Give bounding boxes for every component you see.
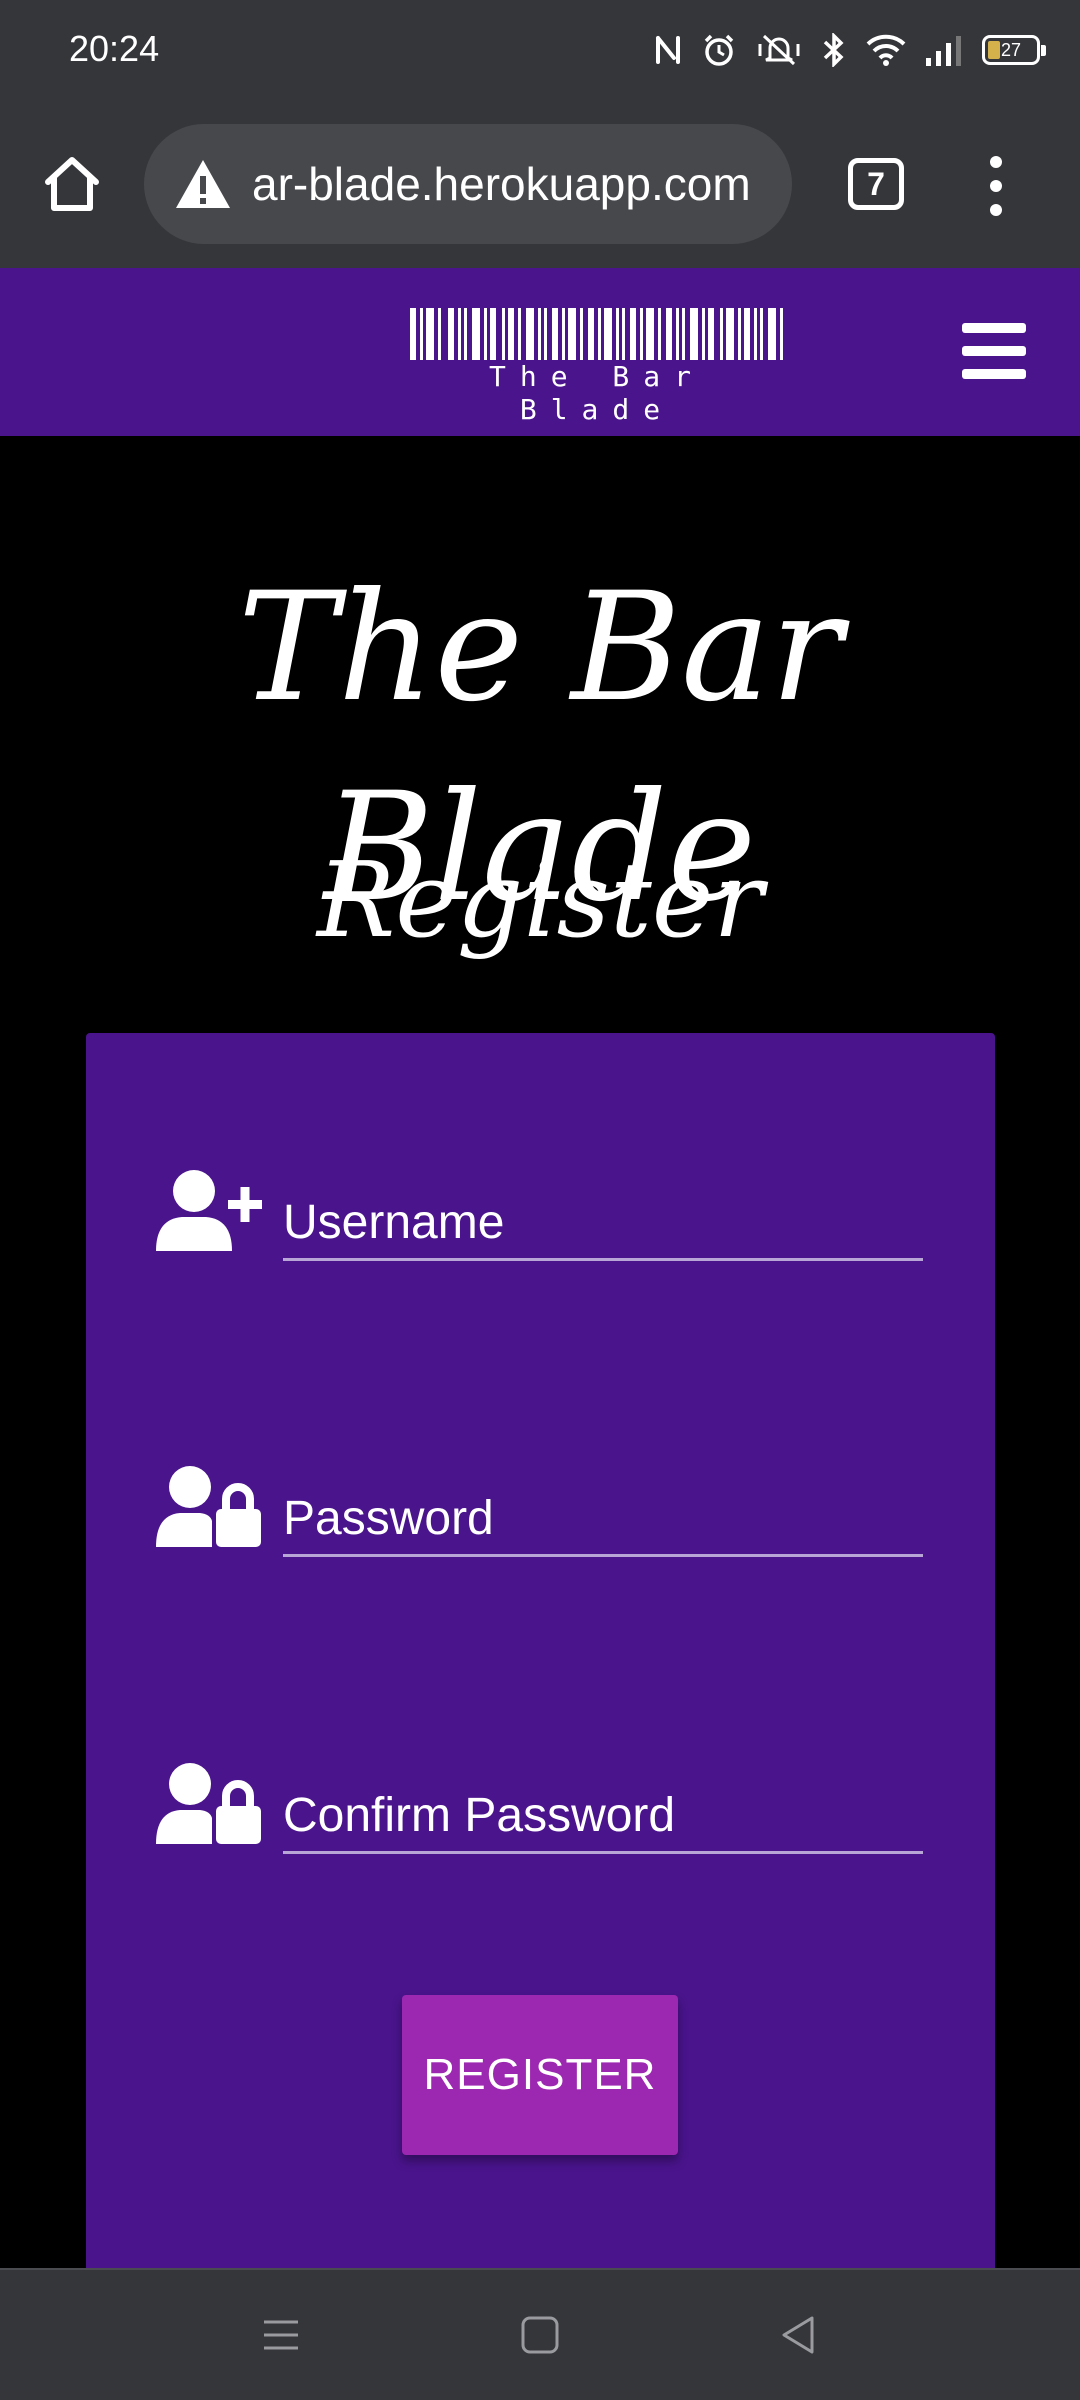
tab-switcher-button[interactable]: 7 <box>848 158 904 210</box>
status-time: 20:24 <box>69 28 160 69</box>
username-field <box>156 1167 926 1287</box>
status-bar: 20:24 27 <box>0 0 1080 100</box>
system-nav-bar <box>0 2268 1080 2400</box>
wifi-icon <box>866 34 906 66</box>
recent-apps-icon[interactable] <box>256 2310 306 2360</box>
confirm-password-input[interactable] <box>283 1780 923 1854</box>
alarm-icon <box>704 34 734 66</box>
nfc-icon <box>656 36 680 64</box>
site-logo[interactable]: The Bar Blade <box>410 308 784 426</box>
username-input[interactable] <box>283 1187 923 1261</box>
register-button[interactable]: REGISTER <box>402 1995 678 2155</box>
site-navbar: The Bar Blade <box>0 268 1080 436</box>
page-title: Register <box>316 839 764 961</box>
url-bar[interactable]: ar-blade.herokuapp.com <box>144 124 792 244</box>
hamburger-icon[interactable] <box>962 323 1026 379</box>
vibrate-off-icon <box>758 34 800 66</box>
home-icon[interactable] <box>40 152 104 216</box>
back-icon[interactable] <box>774 2310 824 2360</box>
battery-icon: 27 <box>982 35 1046 65</box>
user-plus-icon <box>156 1170 262 1251</box>
logo-text: The Bar Blade <box>410 360 784 426</box>
user-lock-icon <box>156 1466 261 1547</box>
signal-icon <box>926 36 961 66</box>
register-form: REGISTER <box>86 1033 995 2268</box>
barcode-icon <box>410 308 783 360</box>
browser-toolbar: ar-blade.herokuapp.com 7 <box>0 100 1080 268</box>
password-field <box>156 1463 926 1583</box>
status-icons: 27 <box>654 28 1046 72</box>
home-nav-icon[interactable] <box>515 2310 565 2360</box>
bluetooth-icon <box>823 33 844 67</box>
password-input[interactable] <box>283 1483 923 1557</box>
browser-menu-icon[interactable] <box>984 156 1008 216</box>
url-text[interactable]: ar-blade.herokuapp.com <box>252 157 751 211</box>
battery-level: 27 <box>1000 40 1022 60</box>
user-lock-icon <box>156 1763 261 1844</box>
warning-icon[interactable] <box>174 158 232 210</box>
confirm-password-field <box>156 1760 926 1880</box>
